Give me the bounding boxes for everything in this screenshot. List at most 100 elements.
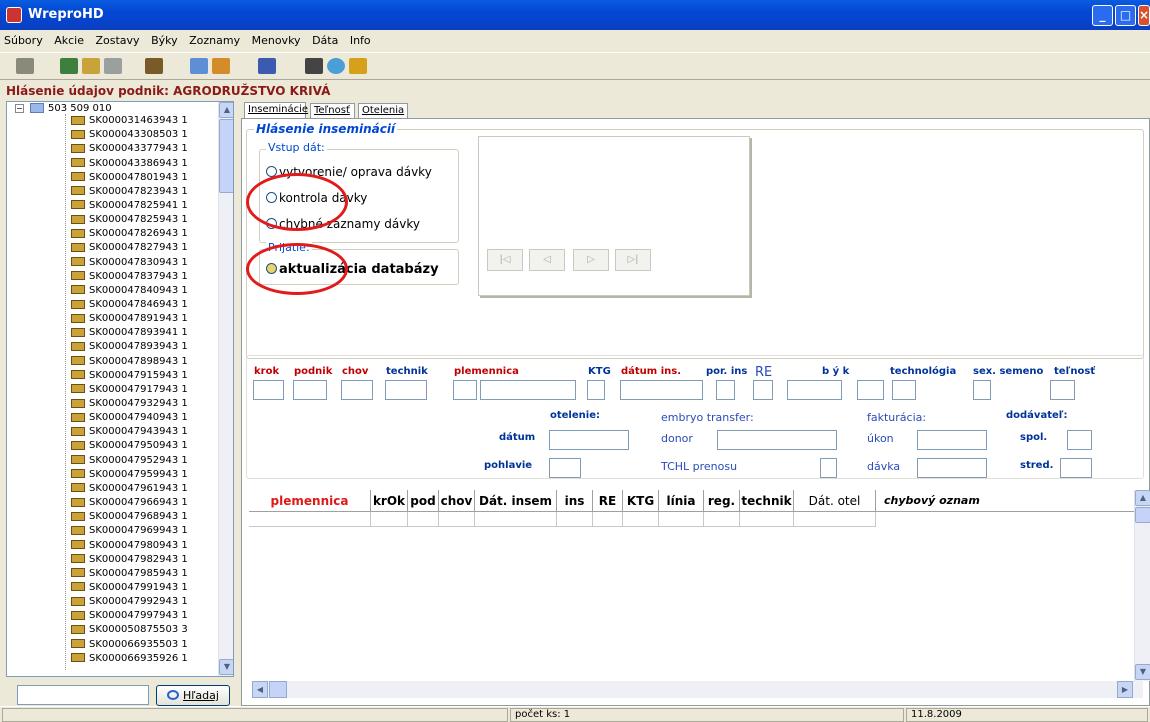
tree-item[interactable]: SK000047893941 1 [71, 327, 188, 339]
cows-icon[interactable] [60, 58, 78, 74]
grid-cell[interactable] [794, 512, 876, 527]
col-chov[interactable]: chov [439, 490, 475, 512]
tree-item[interactable]: SK000043377943 1 [71, 143, 188, 155]
tree-item[interactable]: SK000047917943 1 [71, 384, 188, 396]
tab-otelenia[interactable]: Otelenia [358, 103, 408, 119]
tree-item[interactable]: SK000047825941 1 [71, 200, 188, 212]
tree-item[interactable]: SK000047969943 1 [71, 525, 188, 537]
tree-item[interactable]: SK000047952943 1 [71, 455, 188, 467]
grid-cell[interactable] [408, 512, 439, 527]
tree-item[interactable]: SK000047898943 1 [71, 356, 188, 368]
por-ins-field[interactable] [716, 380, 735, 400]
byk-suffix-field[interactable] [857, 380, 884, 400]
tree-item[interactable]: SK000047950943 1 [71, 440, 188, 452]
tree-scrollbar[interactable]: ▲ ▼ [218, 102, 233, 676]
globe-icon[interactable] [327, 58, 345, 74]
tree-item[interactable]: SK000047823943 1 [71, 186, 188, 198]
tree-item[interactable]: SK000043386943 1 [71, 158, 188, 170]
re-field[interactable] [753, 380, 773, 400]
stred-field[interactable] [1060, 458, 1092, 478]
col-dat-otel[interactable]: Dát. otel [794, 490, 876, 512]
last-record-button[interactable]: ▷| [615, 249, 651, 271]
close-button[interactable]: × [1138, 5, 1150, 26]
scroll-left-icon[interactable]: ◀ [252, 681, 268, 698]
scroll-thumb[interactable] [219, 119, 233, 193]
menu-zostavy[interactable]: Zostavy [91, 30, 143, 47]
grid-cell[interactable] [439, 512, 475, 527]
col-ktg[interactable]: KTG [623, 490, 659, 512]
tree-item[interactable]: SK000047827943 1 [71, 242, 188, 254]
maximize-button[interactable]: □ [1115, 5, 1136, 26]
byk-field[interactable] [787, 380, 842, 400]
menu-akcie[interactable]: Akcie [50, 30, 88, 47]
grid-cell[interactable] [593, 512, 623, 527]
tree-item[interactable]: SK000043308503 1 [71, 129, 188, 141]
tree-item[interactable]: SK000047982943 1 [71, 554, 188, 566]
bull-icon[interactable] [145, 58, 163, 74]
tree-item[interactable]: SK000047846943 1 [71, 299, 188, 311]
col-re[interactable]: RE [593, 490, 623, 512]
next-record-button[interactable]: ▷ [573, 249, 609, 271]
tree-item[interactable]: SK000066935503 1 [71, 639, 188, 651]
podnik-field[interactable] [293, 380, 327, 400]
col-dat-insem[interactable]: Dát. insem [475, 490, 557, 512]
tree-item[interactable]: SK000047980943 1 [71, 540, 188, 552]
col-pod[interactable]: pod [408, 490, 439, 512]
col-reg[interactable]: reg. [704, 490, 740, 512]
tree-item[interactable]: SK000047840943 1 [71, 285, 188, 297]
scroll-up-icon[interactable]: ▲ [1135, 490, 1150, 506]
datum-otelenia-field[interactable] [549, 430, 629, 450]
plemennica-prefix-field[interactable] [453, 380, 477, 400]
tree-item[interactable]: SK000047992943 1 [71, 596, 188, 608]
cow-list-icon[interactable] [104, 58, 122, 74]
grid-hscrollbar[interactable]: ◀ ▶ [252, 681, 1143, 698]
datum-ins-field[interactable] [620, 380, 703, 400]
col-technik[interactable]: technik [740, 490, 794, 512]
ktg-field[interactable] [587, 380, 605, 400]
grid-cell[interactable] [557, 512, 593, 527]
grid-vscrollbar[interactable]: ▲ ▼ [1134, 490, 1150, 681]
prev-record-button[interactable]: ◁ [529, 249, 565, 271]
menu-zoznamy[interactable]: Zoznamy [185, 30, 244, 47]
diamond-icon[interactable] [349, 58, 367, 74]
grid-cell[interactable] [475, 512, 557, 527]
ukon-field[interactable] [917, 430, 987, 450]
menu-data[interactable]: Dáta [308, 30, 342, 47]
scroll-down-icon[interactable]: ▼ [1135, 664, 1150, 680]
tree-item[interactable]: SK000047932943 1 [71, 398, 188, 410]
cow-tree[interactable]: − 503 509 010 SK000031463943 1 SK000043308… [6, 101, 234, 677]
save-icon[interactable] [258, 58, 276, 74]
tree-item[interactable]: SK000066935926 1 [71, 653, 188, 665]
grid-cell[interactable] [704, 512, 740, 527]
tree-item[interactable]: SK000047985943 1 [71, 568, 188, 580]
donor-field[interactable] [717, 430, 837, 450]
col-plemennica[interactable]: plemennica [249, 490, 371, 512]
tree-item[interactable]: SK000047966943 1 [71, 497, 188, 509]
tree-item[interactable]: SK000050875503 3 [71, 624, 188, 636]
tree-item[interactable]: SK000047991943 1 [71, 582, 188, 594]
home-icon[interactable] [16, 58, 34, 74]
tab-telnost[interactable]: Teľnosť [310, 103, 355, 119]
first-record-button[interactable]: |◁ [487, 249, 523, 271]
col-chybovy-oznam[interactable]: chybový oznam [876, 490, 1134, 512]
grid-cell[interactable] [740, 512, 794, 527]
tree-item[interactable]: SK000047891943 1 [71, 313, 188, 325]
grid-cell[interactable] [623, 512, 659, 527]
menu-menovky[interactable]: Menovky [248, 30, 305, 47]
technik-field[interactable] [385, 380, 427, 400]
tree-item[interactable]: SK000047943943 1 [71, 426, 188, 438]
tree-item[interactable]: SK000047959943 1 [71, 469, 188, 481]
telnost-field[interactable] [1050, 380, 1075, 400]
cow-edit-icon[interactable] [82, 58, 100, 74]
refresh-icon[interactable] [190, 58, 208, 74]
tree-item[interactable]: SK000047968943 1 [71, 511, 188, 523]
tree-root[interactable]: − 503 509 010 [15, 103, 112, 115]
scroll-right-icon[interactable]: ▶ [1117, 681, 1133, 698]
plemennica-field[interactable] [480, 380, 576, 400]
chov-field[interactable] [341, 380, 373, 400]
scroll-down-icon[interactable]: ▼ [219, 659, 233, 675]
col-krok[interactable]: krOk [371, 490, 408, 512]
sex-semeno-field[interactable] [973, 380, 991, 400]
grid-cell[interactable] [659, 512, 704, 527]
tree-item[interactable]: SK000047940943 1 [71, 412, 188, 424]
